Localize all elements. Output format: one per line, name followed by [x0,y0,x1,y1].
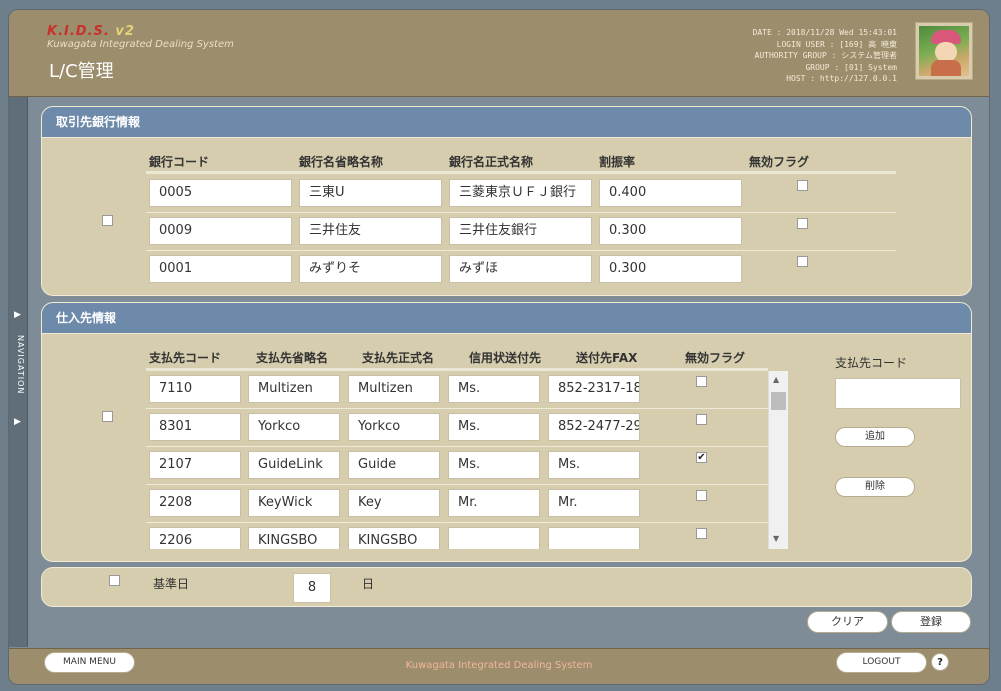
payee-invalid-checkbox[interactable] [696,414,707,425]
bank-invalid-checkbox[interactable] [797,256,808,267]
clear-button[interactable]: クリア [807,611,888,633]
payee-code-input[interactable]: 7110 [149,375,241,403]
base-date-label: 基準日 [153,577,190,591]
nav-expand-arrow-icon[interactable]: ▶ [14,417,21,427]
col-payee-short-name: 支払先省略名 [256,351,329,365]
footer-bar: MAIN MENU Kuwagata Integrated Dealing Sy… [9,648,989,684]
col-bank-code: 銀行コード [149,155,210,169]
col-fax: 送付先FAX [576,351,638,365]
base-date-checkbox[interactable] [109,575,120,586]
logo-subtitle: Kuwagata Integrated Dealing System [47,39,234,50]
page-title: L/C管理 [49,61,114,82]
payee-code-input[interactable]: 2107 [149,451,241,479]
lc-destination-input[interactable]: Ms. [448,413,540,441]
bank-select-all-checkbox[interactable] [102,215,113,226]
bank-invalid-checkbox[interactable] [797,218,808,229]
bank-code-input[interactable]: 0009 [149,217,292,245]
col-invalid-flag: 無効フラグ [685,351,746,365]
bank-rate-input[interactable]: 0.400 [599,179,742,207]
bank-full-name-input[interactable]: 三井住友銀行 [449,217,592,245]
base-date-unit: 日 [362,577,375,591]
app-window: K.I.D.S. v2 Kuwagata Integrated Dealing … [8,9,990,685]
base-date-input[interactable]: 8 [293,573,331,603]
side-payee-code-label: 支払先コード [835,356,908,370]
bank-code-input[interactable]: 0005 [149,179,292,207]
authority-line: AUTHORITY GROUP : システム管理者 [754,51,897,61]
lc-destination-input[interactable]: Ms. [448,375,540,403]
logout-button[interactable]: LOGOUT [836,652,927,673]
scroll-down-icon[interactable]: ▼ [773,534,779,543]
supplier-panel-title: 仕入先情報 [42,303,971,334]
register-button[interactable]: 登録 [891,611,971,633]
bank-full-name-input[interactable]: 三菱東京ＵＦＪ銀行 [449,179,592,207]
scrollbar-thumb[interactable] [771,392,786,410]
bank-rate-input[interactable]: 0.300 [599,255,742,283]
col-lc-destination: 信用状送付先 [469,351,542,365]
avatar[interactable] [915,22,973,80]
payee-short-name-input[interactable]: KINGSBO [248,527,340,549]
payee-full-name-input[interactable]: Guide [348,451,440,479]
date-line: DATE : 2018/11/28 Wed 15:43:01 [752,28,898,37]
lc-destination-input[interactable]: Ms. [448,451,540,479]
col-bank-short-name: 銀行名省略名称 [299,155,384,169]
col-allocation-rate: 割振率 [599,155,636,169]
delete-button[interactable]: 削除 [835,477,915,497]
payee-code-input[interactable]: 2206 [149,527,241,549]
system-info: DATE : 2018/11/28 Wed 15:43:01 LOGIN USER… [753,27,898,85]
logo: K.I.D.S. v2 Kuwagata Integrated Dealing … [47,24,234,50]
bank-short-name-input[interactable]: 三井住友 [299,217,442,245]
payee-invalid-checkbox[interactable] [696,490,707,501]
group-line: GROUP : [01] System [805,62,897,72]
bank-info-panel: 取引先銀行情報 銀行コード 銀行名省略名称 銀行名正式名称 割振率 無効フラグ … [41,106,972,296]
supplier-table-scrollbar[interactable]: ▲ ▼ [768,371,788,549]
payee-full-name-input[interactable]: Yorkco [348,413,440,441]
help-icon[interactable]: ? [931,653,949,671]
fax-input[interactable]: 852-2477-29 [548,413,640,441]
lc-destination-input[interactable] [448,527,540,549]
fax-input[interactable]: 852-2317-18 [548,375,640,403]
fax-input[interactable] [548,527,640,549]
payee-full-name-input[interactable]: Key [348,489,440,517]
payee-full-name-input[interactable]: KINGSBO [348,527,440,549]
fax-input[interactable]: Ms. [548,451,640,479]
col-payee-code: 支払先コード [149,351,222,365]
fax-input[interactable]: Mr. [548,489,640,517]
lc-destination-input[interactable]: Mr. [448,489,540,517]
supplier-info-panel: 仕入先情報 支払先コード 支払先省略名 支払先正式名 信用状送付先 送付先FAX… [41,302,972,562]
bank-rate-input[interactable]: 0.300 [599,217,742,245]
side-payee-code-input[interactable] [835,378,961,409]
payee-short-name-input[interactable]: GuideLink [248,451,340,479]
login-user-line: LOGIN USER : [169] 高 暁東 [776,39,897,49]
navigation-toggle[interactable]: ▶ NAVIGATION ▶ [9,97,28,647]
scroll-up-icon[interactable]: ▲ [773,375,779,384]
header-bar: K.I.D.S. v2 Kuwagata Integrated Dealing … [9,10,989,97]
host-line: HOST : http://127.0.0.1 [786,74,897,84]
bank-full-name-input[interactable]: みずほ [449,255,592,283]
supplier-select-all-checkbox[interactable] [102,411,113,422]
nav-expand-arrow-icon[interactable]: ▶ [14,310,21,320]
payee-short-name-input[interactable]: KeyWick [248,489,340,517]
payee-invalid-checkbox[interactable] [696,528,707,539]
logo-mark: K.I.D.S. v2 [47,24,135,39]
col-payee-full-name: 支払先正式名 [362,351,435,365]
add-button[interactable]: 追加 [835,427,915,447]
payee-invalid-checkbox[interactable]: ✔ [696,452,707,463]
payee-invalid-checkbox[interactable] [696,376,707,387]
col-bank-full-name: 銀行名正式名称 [449,155,534,169]
navigation-label: NAVIGATION [16,335,25,395]
payee-code-input[interactable]: 8301 [149,413,241,441]
bank-code-input[interactable]: 0001 [149,255,292,283]
bank-short-name-input[interactable]: 三東U [299,179,442,207]
payee-short-name-input[interactable]: Yorkco [248,413,340,441]
payee-code-input[interactable]: 2208 [149,489,241,517]
bank-short-name-input[interactable]: みずりそ [299,255,442,283]
supplier-table-scroll[interactable]: 7110 Multizen Multizen Ms. 852-2317-18 8… [146,371,788,549]
payee-full-name-input[interactable]: Multizen [348,375,440,403]
avatar-image [919,26,969,76]
base-date-panel: 基準日 8 日 [41,567,972,607]
col-invalid-flag: 無効フラグ [749,155,810,169]
payee-short-name-input[interactable]: Multizen [248,375,340,403]
bank-invalid-checkbox[interactable] [797,180,808,191]
bank-panel-title: 取引先銀行情報 [42,107,971,138]
